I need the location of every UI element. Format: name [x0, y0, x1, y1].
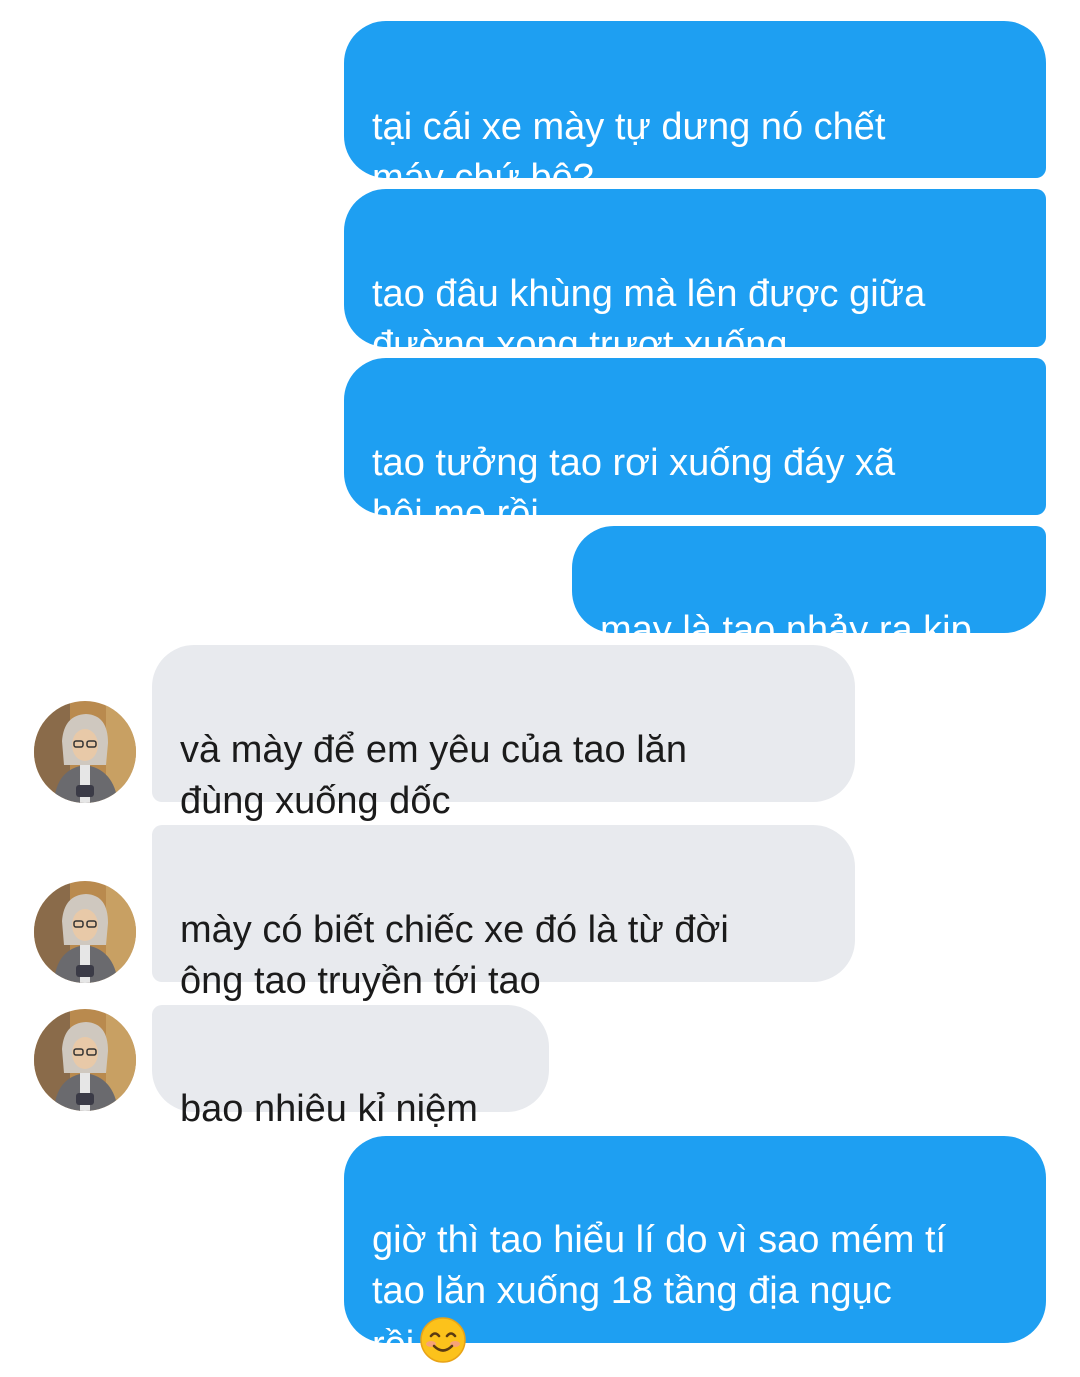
message-text: bao nhiêu kỉ niệm [180, 1088, 478, 1130]
avatar-photo [34, 881, 136, 983]
outgoing-message[interactable]: may là tao nhảy ra kịp [572, 526, 1046, 651]
outgoing-message[interactable]: tao tưởng tao rơi xuống đáy xã hội mẹ rồ… [344, 358, 1046, 535]
incoming-message[interactable]: và mày để em yêu của tao lăn đùng xuống … [152, 645, 855, 822]
outgoing-message[interactable]: tao đâu khùng mà lên được giữa đường xon… [344, 189, 1046, 366]
incoming-message[interactable]: mày có biết chiếc xe đó là từ đời ông ta… [152, 825, 855, 1002]
avatar-photo [34, 701, 136, 803]
incoming-message[interactable]: bao nhiêu kỉ niệm [152, 1005, 549, 1130]
contact-avatar[interactable] [34, 701, 136, 803]
smiling-face-emoji-icon [420, 1317, 466, 1377]
message-text: tao đâu khùng mà lên được giữa đường xon… [372, 273, 926, 366]
contact-avatar[interactable] [34, 881, 136, 983]
message-text: tại cái xe mày tự dưng nó chết máy chứ b… [372, 106, 886, 199]
outgoing-message[interactable]: tại cái xe mày tự dưng nó chết máy chứ b… [344, 21, 1046, 199]
message-text: và mày để em yêu của tao lăn đùng xuống … [180, 729, 687, 822]
message-text: tao tưởng tao rơi xuống đáy xã hội mẹ rồ… [372, 442, 896, 535]
message-text: mày có biết chiếc xe đó là từ đời ông ta… [180, 909, 729, 1002]
avatar-photo [34, 1009, 136, 1111]
contact-avatar[interactable] [34, 1009, 136, 1111]
outgoing-message[interactable]: giờ thì tao hiểu lí do vì sao mém tí tao… [344, 1136, 1046, 1366]
